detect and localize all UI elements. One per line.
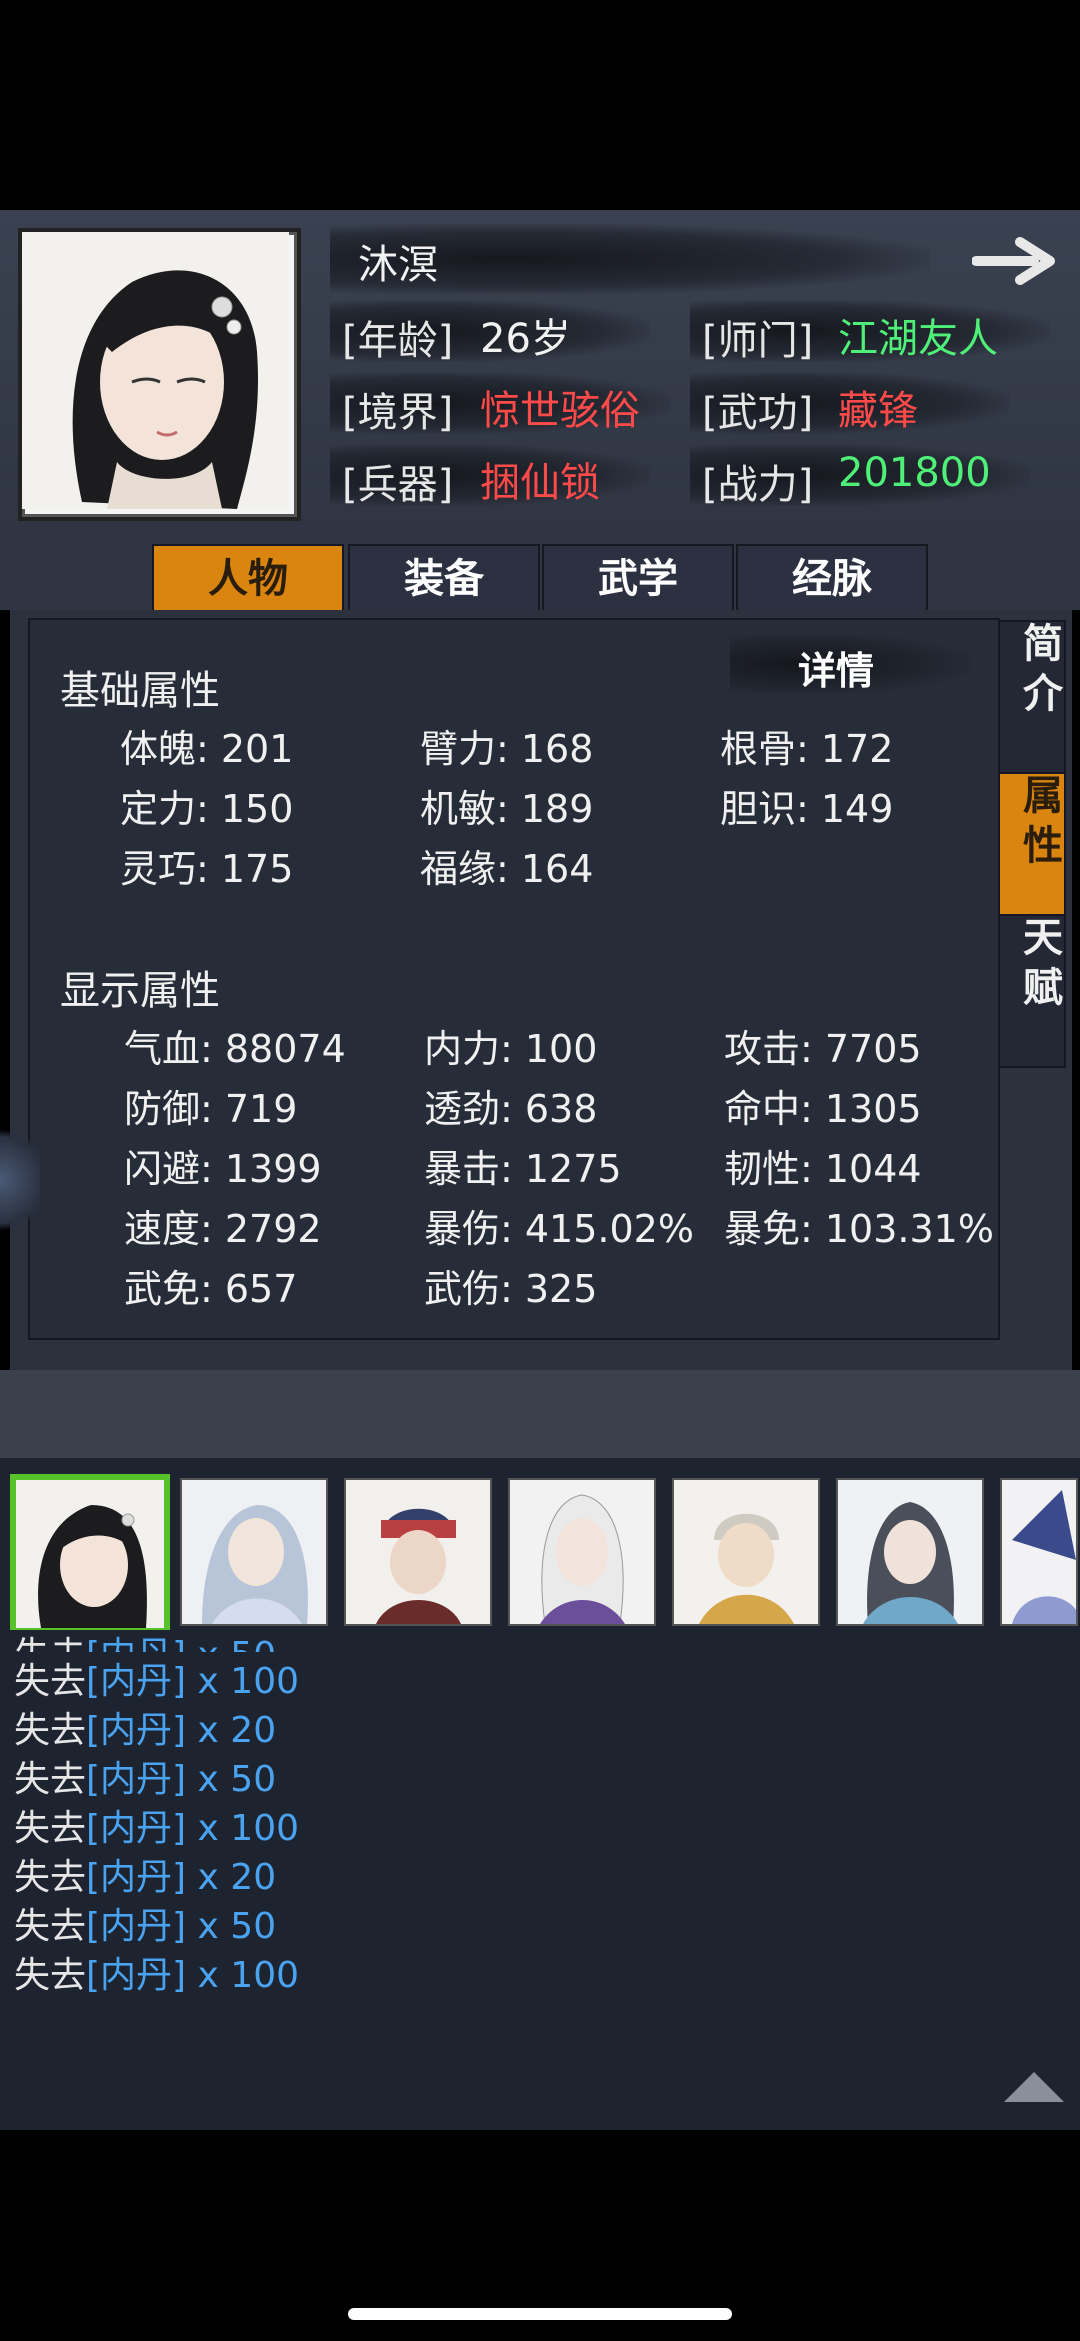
attr-speed: 速度: 2792 xyxy=(124,1207,322,1251)
log-item: [内丹] xyxy=(86,1710,187,1751)
log-prefix: 失去 xyxy=(14,1635,86,1652)
weapon-label: [兵器] xyxy=(342,462,454,508)
log-item: [内丹] xyxy=(86,1906,187,1947)
log-prefix: 失去 xyxy=(14,1759,87,1800)
log-item: [内丹] xyxy=(86,1661,187,1702)
roster-avatar-2[interactable] xyxy=(180,1478,328,1626)
home-indicator[interactable] xyxy=(348,2308,732,2320)
tab-equipment[interactable]: 装备 xyxy=(348,544,540,614)
roster-avatar-6[interactable] xyxy=(836,1478,984,1626)
basic-attributes-title: 基础属性 xyxy=(60,668,220,714)
log-qty: x 50 xyxy=(186,1906,277,1947)
roster-avatar-selected[interactable] xyxy=(10,1474,170,1634)
attr-attack: 攻击: 7705 xyxy=(724,1027,922,1071)
log-item: [内丹] xyxy=(86,1759,187,1800)
attr-fortune: 福缘: 164 xyxy=(420,847,594,891)
attr-crit: 暴击: 1275 xyxy=(424,1147,622,1191)
display-attributes-title: 显示属性 xyxy=(60,968,220,1014)
attr-crit-damage: 暴伤: 415.02% xyxy=(424,1207,694,1251)
log-item: [内丹] xyxy=(86,1857,187,1898)
log-prefix: 失去 xyxy=(14,1857,87,1898)
log-prefix: 失去 xyxy=(14,1808,87,1849)
log-qty: x 100 xyxy=(186,1808,300,1849)
attr-internal-power: 内力: 100 xyxy=(424,1027,598,1071)
attr-defense: 防御: 719 xyxy=(124,1087,298,1131)
roster-avatar-4[interactable] xyxy=(508,1478,656,1626)
attr-physique: 体魄: 201 xyxy=(120,727,294,771)
log-prefix: 失去 xyxy=(14,1906,87,1947)
attr-martial-resist: 武免: 657 xyxy=(124,1267,298,1311)
left-edge-ornament xyxy=(0,1120,40,1240)
skill-label: [武功] xyxy=(702,390,814,436)
log-line: 失去[内丹] x 20 xyxy=(14,1848,276,1900)
log-item: [内丹] xyxy=(86,1635,186,1652)
arrow-right-icon[interactable] xyxy=(971,236,1056,286)
character-portrait xyxy=(18,228,301,521)
age-value: 26岁 xyxy=(480,316,571,362)
log-qty: x 20 xyxy=(186,1710,277,1751)
side-tab-intro-label: 简介 xyxy=(1016,622,1063,722)
attr-bone: 根骨: 172 xyxy=(720,727,894,771)
power-label: [战力] xyxy=(702,462,814,508)
log-prefix: 失去 xyxy=(14,1955,87,1996)
triangle-up-icon[interactable] xyxy=(1002,2068,1066,2104)
sect-label: [师门] xyxy=(702,318,814,364)
detail-button[interactable]: 详情 xyxy=(798,640,874,695)
message-log: 失去[内丹] x 50 失去[内丹] x 100 失去[内丹] x 20 失去[… xyxy=(0,1630,1080,2130)
side-tab-attributes[interactable]: 属性 xyxy=(998,772,1066,916)
log-prefix: 失去 xyxy=(14,1661,87,1702)
attr-agility: 机敏: 189 xyxy=(420,787,594,831)
log-qty: x 50 xyxy=(186,1759,277,1800)
log-qty: x 100 xyxy=(186,1661,300,1702)
attr-tenacity: 韧性: 1044 xyxy=(724,1147,922,1191)
weapon-value: 捆仙锁 xyxy=(480,460,600,506)
log-line: 失去[内丹] x 50 xyxy=(14,1750,276,1802)
attr-hp: 气血: 88074 xyxy=(124,1027,346,1071)
log-qty: x 20 xyxy=(186,1857,277,1898)
attribute-panel: 详情 基础属性 体魄: 201 臂力: 168 根骨: 172 定力: 150 … xyxy=(28,618,1000,1340)
attr-penetration: 透劲: 638 xyxy=(424,1087,598,1131)
realm-label: [境界] xyxy=(342,390,454,436)
log-line-partial: 失去[内丹] x 50 xyxy=(14,1626,276,1652)
log-item: [内丹] xyxy=(86,1808,187,1849)
log-line: 失去[内丹] x 100 xyxy=(14,1946,299,1998)
attr-martial-damage: 武伤: 325 xyxy=(424,1267,598,1311)
log-item: [内丹] xyxy=(86,1955,187,1996)
tab-martial-arts[interactable]: 武学 xyxy=(542,544,734,614)
realm-value: 惊世骇俗 xyxy=(480,388,640,434)
attr-crit-resist: 暴免: 103.31% xyxy=(724,1207,994,1251)
tab-meridians[interactable]: 经脉 xyxy=(736,544,928,614)
roster-avatar-7[interactable] xyxy=(1000,1478,1078,1626)
log-qty: x 50 xyxy=(186,1635,277,1652)
log-qty: x 100 xyxy=(186,1955,300,1996)
attr-composure: 定力: 150 xyxy=(120,787,294,831)
character-header: 沐溟 [年龄] 26岁 [师门] 江湖友人 [境界] 惊世骇俗 [武功] 藏锋 … xyxy=(0,210,1080,530)
log-line: 失去[内丹] x 50 xyxy=(14,1897,276,1949)
divider-band xyxy=(0,1370,1080,1458)
attr-dexterity: 灵巧: 175 xyxy=(120,847,294,891)
attr-arm-strength: 臂力: 168 xyxy=(420,727,594,771)
skill-value: 藏锋 xyxy=(838,388,918,434)
character-name: 沐溟 xyxy=(358,242,438,288)
log-prefix: 失去 xyxy=(14,1710,87,1751)
side-tab-intro[interactable]: 简介 xyxy=(998,620,1066,774)
roster-avatar-5[interactable] xyxy=(672,1478,820,1626)
attr-courage: 胆识: 149 xyxy=(720,787,894,831)
attr-dodge: 闪避: 1399 xyxy=(124,1147,322,1191)
tab-character[interactable]: 人物 xyxy=(152,544,344,614)
attr-accuracy: 命中: 1305 xyxy=(724,1087,922,1131)
log-line: 失去[内丹] x 20 xyxy=(14,1701,276,1753)
side-tab-talents-label: 天赋 xyxy=(1016,916,1063,1016)
power-value: 201800 xyxy=(838,450,991,496)
side-tab-talents[interactable]: 天赋 xyxy=(998,914,1066,1068)
log-line: 失去[内丹] x 100 xyxy=(14,1799,299,1851)
sect-value: 江湖友人 xyxy=(838,316,998,362)
roster-avatar-3[interactable] xyxy=(344,1478,492,1626)
log-line: 失去[内丹] x 100 xyxy=(14,1652,299,1704)
age-label: [年龄] xyxy=(342,318,454,364)
side-tab-attributes-label: 属性 xyxy=(1016,774,1063,874)
portrait-image xyxy=(22,232,289,509)
